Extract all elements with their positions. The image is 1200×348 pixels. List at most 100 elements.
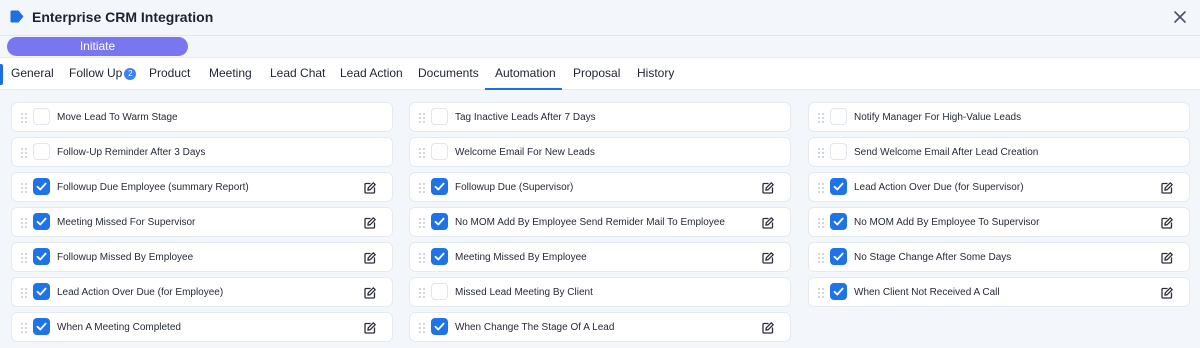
automation-label: Follow-Up Reminder After 3 Days — [57, 147, 206, 158]
automation-checkbox[interactable] — [33, 213, 50, 230]
drag-handle-icon[interactable] — [419, 218, 425, 228]
tab-follow-up-label: Follow Up — [69, 66, 123, 80]
automation-checkbox[interactable] — [431, 318, 448, 335]
drag-handle-icon[interactable] — [818, 288, 824, 298]
automation-item: Tag Inactive Leads After 7 Days — [409, 102, 791, 132]
drag-handle-icon[interactable] — [21, 113, 27, 123]
drag-handle-icon[interactable] — [21, 323, 27, 333]
drag-handle-icon[interactable] — [419, 253, 425, 263]
automation-checkbox[interactable] — [830, 248, 847, 265]
automation-item: Notify Manager For High-Value Leads — [808, 102, 1190, 132]
edit-icon[interactable] — [1160, 251, 1174, 265]
automation-checkbox[interactable] — [33, 318, 50, 335]
automation-checkbox[interactable] — [33, 283, 50, 300]
tag-icon — [10, 10, 24, 23]
automation-checkbox[interactable] — [431, 248, 448, 265]
tab-follow-up[interactable]: Follow Up 2 — [69, 58, 137, 90]
automation-label: When A Meeting Completed — [57, 322, 181, 333]
edit-icon[interactable] — [363, 251, 377, 265]
drag-handle-icon[interactable] — [21, 253, 27, 263]
drag-handle-icon[interactable] — [419, 113, 425, 123]
drag-handle-icon[interactable] — [419, 288, 425, 298]
automation-item: Meeting Missed For Supervisor — [11, 207, 393, 237]
edit-icon[interactable] — [363, 286, 377, 300]
drag-handle-icon[interactable] — [419, 148, 425, 158]
close-icon[interactable] — [1171, 8, 1189, 26]
drag-handle-icon[interactable] — [21, 183, 27, 193]
automation-checkbox[interactable] — [830, 108, 847, 125]
check-icon — [434, 182, 445, 191]
check-icon — [36, 322, 47, 331]
tab-bar-accent — [0, 64, 3, 85]
drag-handle-icon[interactable] — [818, 113, 824, 123]
automation-checkbox[interactable] — [33, 108, 50, 125]
automation-label: When Client Not Received A Call — [854, 287, 1000, 298]
drag-handle-icon[interactable] — [818, 218, 824, 228]
automation-checkbox[interactable] — [830, 143, 847, 160]
automation-label: Followup Due Employee (summary Report) — [57, 182, 249, 193]
automation-checkbox[interactable] — [431, 108, 448, 125]
window-title: Enterprise CRM Integration — [32, 9, 214, 25]
check-icon — [833, 217, 844, 226]
check-icon — [833, 252, 844, 261]
tab-proposal[interactable]: Proposal — [573, 58, 620, 90]
automation-label: Tag Inactive Leads After 7 Days — [455, 112, 596, 123]
drag-handle-icon[interactable] — [818, 148, 824, 158]
automation-item: Move Lead To Warm Stage — [11, 102, 393, 132]
title-bar: Enterprise CRM Integration — [0, 0, 1200, 35]
edit-icon[interactable] — [761, 216, 775, 230]
drag-handle-icon[interactable] — [21, 218, 27, 228]
drag-handle-icon[interactable] — [818, 183, 824, 193]
automation-checkbox[interactable] — [431, 283, 448, 300]
automation-checkbox[interactable] — [33, 178, 50, 195]
drag-handle-icon[interactable] — [419, 183, 425, 193]
edit-icon[interactable] — [761, 251, 775, 265]
edit-icon[interactable] — [761, 321, 775, 335]
automation-item: Followup Due (Supervisor) — [409, 172, 791, 202]
automation-checkbox[interactable] — [830, 213, 847, 230]
automation-item: Lead Action Over Due (for Employee) — [11, 277, 393, 307]
tab-documents[interactable]: Documents — [418, 58, 479, 90]
edit-icon[interactable] — [363, 321, 377, 335]
follow-up-count-badge: 2 — [124, 68, 137, 80]
automation-label: Meeting Missed For Supervisor — [57, 217, 196, 228]
automation-checkbox[interactable] — [830, 178, 847, 195]
automation-item: Followup Due Employee (summary Report) — [11, 172, 393, 202]
automation-item: No MOM Add By Employee Send Remider Mail… — [409, 207, 791, 237]
drag-handle-icon[interactable] — [419, 323, 425, 333]
check-icon — [434, 252, 445, 261]
automation-checkbox[interactable] — [33, 248, 50, 265]
tab-bar: General Follow Up 2 Product Meeting Lead … — [0, 57, 1200, 90]
stage-initiate-button[interactable]: Initiate — [7, 37, 188, 56]
edit-icon[interactable] — [363, 181, 377, 195]
check-icon — [36, 287, 47, 296]
automation-checkbox[interactable] — [431, 178, 448, 195]
edit-icon[interactable] — [761, 181, 775, 195]
tab-automation[interactable]: Automation — [495, 58, 556, 90]
tab-product[interactable]: Product — [149, 58, 190, 90]
automation-label: Lead Action Over Due (for Employee) — [57, 287, 224, 298]
drag-handle-icon[interactable] — [818, 253, 824, 263]
tab-lead-chat[interactable]: Lead Chat — [270, 58, 325, 90]
automation-label: No MOM Add By Employee Send Remider Mail… — [455, 217, 725, 228]
automation-label: Lead Action Over Due (for Supervisor) — [854, 182, 1024, 193]
automation-list: Move Lead To Warm Stage Follow-Up Reminde… — [0, 90, 1200, 348]
automation-checkbox[interactable] — [431, 143, 448, 160]
edit-icon[interactable] — [1160, 181, 1174, 195]
automation-checkbox[interactable] — [431, 213, 448, 230]
tab-history[interactable]: History — [637, 58, 674, 90]
edit-icon[interactable] — [363, 216, 377, 230]
automation-label: Followup Due (Supervisor) — [455, 182, 574, 193]
automation-label: Notify Manager For High-Value Leads — [854, 112, 1022, 123]
edit-icon[interactable] — [1160, 216, 1174, 230]
tab-meeting[interactable]: Meeting — [209, 58, 252, 90]
drag-handle-icon[interactable] — [21, 288, 27, 298]
automation-label: No Stage Change After Some Days — [854, 252, 1012, 263]
automation-checkbox[interactable] — [33, 143, 50, 160]
edit-icon[interactable] — [1160, 286, 1174, 300]
tab-lead-action[interactable]: Lead Action — [340, 58, 403, 90]
automation-checkbox[interactable] — [830, 283, 847, 300]
drag-handle-icon[interactable] — [21, 148, 27, 158]
tab-general[interactable]: General — [11, 58, 54, 90]
automation-label: Missed Lead Meeting By Client — [455, 287, 593, 298]
